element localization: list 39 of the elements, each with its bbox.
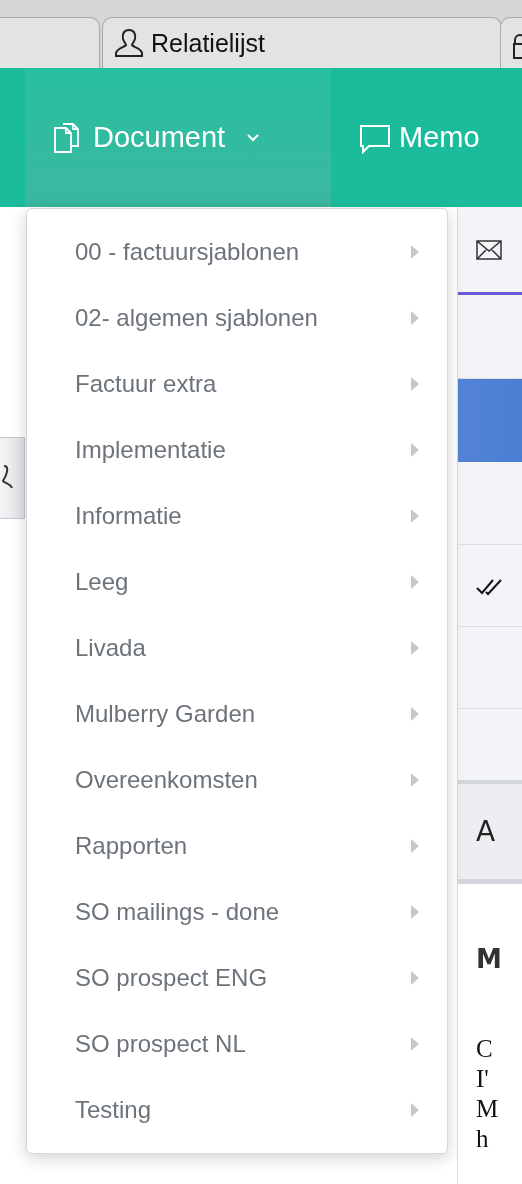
caret-right-icon <box>411 575 419 589</box>
menu-item[interactable]: 02- algemen sjablonen <box>27 285 447 351</box>
heading-text: M <box>476 944 502 974</box>
menu-item[interactable]: Leeg <box>27 549 447 615</box>
menu-item[interactable]: SO prospect NL <box>27 1011 447 1077</box>
menu-item[interactable]: Informatie <box>27 483 447 549</box>
caret-right-icon <box>411 905 419 919</box>
chevron-down-icon <box>245 132 262 143</box>
caret-right-icon <box>411 641 419 655</box>
menu-item[interactable]: Livada <box>27 615 447 681</box>
row-text: A <box>476 815 496 848</box>
tab-label: Relatielijst <box>151 28 265 58</box>
caret-right-icon <box>411 971 419 985</box>
body-text: I' <box>476 1064 489 1094</box>
menu-item[interactable]: Implementatie <box>27 417 447 483</box>
caret-right-icon <box>411 773 419 787</box>
menu-item[interactable]: Rapporten <box>27 813 447 879</box>
nav-item[interactable]: Memo <box>331 68 510 207</box>
caret-right-icon <box>411 245 419 259</box>
caret-right-icon <box>411 1103 419 1117</box>
caret-right-icon <box>411 707 419 721</box>
body-text: M <box>476 1094 499 1124</box>
envelope-icon[interactable] <box>476 239 502 260</box>
menu-item[interactable]: Testing <box>27 1077 447 1143</box>
caret-right-icon <box>411 311 419 325</box>
menu-item[interactable]: Mulberry Garden <box>27 681 447 747</box>
caret-right-icon <box>411 509 419 523</box>
caret-right-icon <box>411 1037 419 1051</box>
menu-item[interactable]: Overeenkomsten <box>27 747 447 813</box>
menu-item[interactable]: SO prospect ENG <box>27 945 447 1011</box>
browser-tab[interactable]: Relatielijst <box>102 17 502 68</box>
body-text: h <box>476 1124 489 1154</box>
caret-right-icon <box>411 839 419 853</box>
menu-item[interactable]: SO mailings - done <box>27 879 447 945</box>
menu-item[interactable]: 00 - factuursjablonen <box>27 219 447 285</box>
body-text: C <box>476 1034 493 1064</box>
menu-item[interactable]: Factuur extra <box>27 351 447 417</box>
caret-right-icon <box>411 443 419 457</box>
caret-right-icon <box>411 377 419 391</box>
